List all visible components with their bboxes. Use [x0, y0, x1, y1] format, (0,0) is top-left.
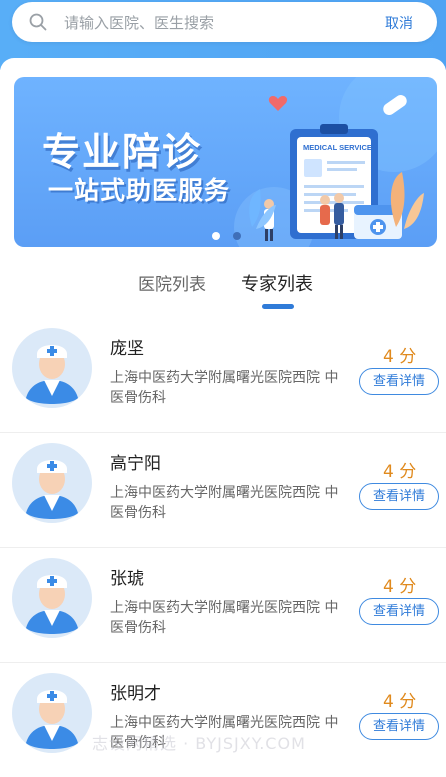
doctor-avatar-icon	[12, 673, 92, 753]
doctor-avatar-icon	[12, 443, 92, 523]
doctor-score: 4 分	[383, 692, 417, 712]
doctor-score: 4 分	[383, 577, 417, 597]
doctor-hospital: 上海中医药大学附属曙光医院西院 中医骨伤科	[110, 485, 339, 521]
doctor-hospital: 上海中医药大学附属曙光医院西院 中医骨伤科	[110, 370, 339, 406]
doctor-score: 4 分	[383, 347, 417, 367]
view-details-button[interactable]: 查看详情	[359, 368, 439, 395]
doctor-name: 张明才	[110, 684, 161, 704]
watermark: 志设网精选 · BYJSJXY.COM	[92, 734, 306, 753]
list-item[interactable]: 张明才 上海中医药大学附属曙光医院西院 中医骨伤科 4 分 查看详情	[0, 663, 446, 777]
doctor-avatar-icon	[12, 328, 92, 408]
doctor-list: 庞坚 上海中医药大学附属曙光医院西院 中医骨伤科 4 分 查看详情 高宁阳 上海…	[0, 318, 446, 777]
search-icon	[29, 13, 47, 31]
view-details-button[interactable]: 查看详情	[359, 598, 439, 625]
doctor-score: 4 分	[383, 462, 417, 482]
carousel-dot-active[interactable]	[212, 232, 220, 240]
promo-banner[interactable]: MEDICAL SERVICE 专业陪诊 一站式助医服务	[14, 77, 437, 247]
search-input[interactable]: 请输入医院、医生搜索	[64, 12, 214, 33]
list-item[interactable]: 高宁阳 上海中医药大学附属曙光医院西院 中医骨伤科 4 分 查看详情	[0, 433, 446, 548]
doctor-name: 高宁阳	[110, 454, 161, 474]
cancel-button[interactable]: 取消	[385, 13, 413, 33]
card-label: MEDICAL SERVICE	[303, 143, 372, 152]
search-bar[interactable]: 请输入医院、医生搜索 取消	[12, 2, 437, 42]
tab-hospital-list[interactable]: 医院列表	[138, 270, 206, 295]
view-details-button[interactable]: 查看详情	[359, 713, 439, 740]
list-tabs: 医院列表 专家列表	[0, 262, 446, 310]
banner-title: 专业陪诊	[42, 130, 203, 174]
banner-subtitle: 一站式助医服务	[48, 176, 231, 205]
doctor-hospital: 上海中医药大学附属曙光医院西院 中医骨伤科	[110, 600, 339, 636]
tab-expert-list[interactable]: 专家列表	[241, 270, 313, 296]
carousel-indicator[interactable]	[212, 225, 249, 244]
doctor-name: 庞坚	[110, 339, 144, 359]
list-item[interactable]: 庞坚 上海中医药大学附属曙光医院西院 中医骨伤科 4 分 查看详情	[0, 318, 446, 433]
carousel-dot[interactable]	[233, 232, 242, 240]
view-details-button[interactable]: 查看详情	[359, 483, 439, 510]
active-tab-indicator	[262, 304, 294, 309]
doctor-avatar-icon	[12, 558, 92, 638]
doctor-name: 张琥	[110, 569, 144, 589]
list-item[interactable]: 张琥 上海中医药大学附属曙光医院西院 中医骨伤科 4 分 查看详情	[0, 548, 446, 663]
